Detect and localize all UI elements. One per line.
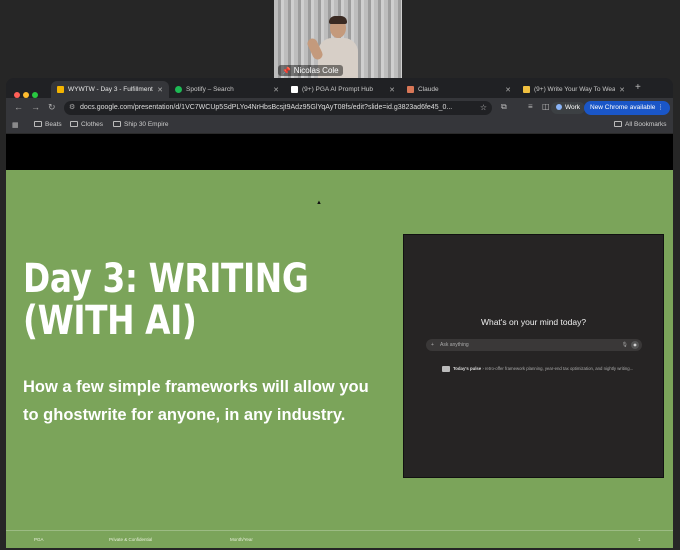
profile-switch-icon[interactable]: ◫ [542, 102, 550, 111]
pulse-icon [442, 366, 450, 372]
folder-icon [70, 121, 78, 128]
chat-input-box: + Ask anything 🎙 ◉ [426, 339, 642, 351]
folder-icon [113, 121, 121, 128]
tab-claude[interactable]: Claude ✕ [401, 81, 517, 98]
slide-footer: PGA Private & Confidential Month/Year 1 [6, 530, 673, 548]
chrome-update-button[interactable]: New Chrome available ⋮ [584, 101, 670, 115]
forward-arrow-icon[interactable]: → [31, 102, 40, 112]
close-tab-icon[interactable]: ✕ [505, 86, 511, 94]
slides-icon [57, 86, 64, 93]
close-tab-icon[interactable]: ✕ [273, 86, 279, 94]
folder-icon [614, 121, 622, 128]
presentation-viewport: ▲ Day 3: WRITING (WITH AI) How a few sim… [6, 134, 673, 548]
tab-write-your-way-to-wealth[interactable]: (9+) Write Your Way To Wealth ✕ [517, 81, 631, 98]
close-tab-icon[interactable]: ✕ [157, 86, 163, 94]
slide-title: Day 3: WRITING (WITH AI) [23, 256, 309, 344]
plus-icon: + [431, 342, 434, 348]
reading-list-icon[interactable]: ≡ [528, 102, 533, 111]
hand-icon [523, 86, 530, 93]
tab-pga-ai-prompt-hub[interactable]: (9+) PGA AI Prompt Hub ✕ [285, 81, 401, 98]
bookmark-beats[interactable]: Beats [34, 121, 62, 128]
address-bar[interactable]: ⚙ docs.google.com/presentation/d/1VC7WCU… [64, 101, 492, 115]
spotify-icon [175, 86, 182, 93]
mouse-cursor-icon: ▲ [316, 200, 322, 206]
profile-work-button[interactable]: Work [551, 102, 586, 114]
bookmarks-bar: ▦ Beats Clothes Ship 30 Empire All Bookm… [6, 118, 673, 134]
all-bookmarks-button[interactable]: All Bookmarks [614, 121, 667, 128]
bookmark-ship30-empire[interactable]: Ship 30 Empire [113, 121, 168, 128]
chat-screenshot-image: What's on your mind today? + Ask anythin… [403, 234, 664, 478]
chat-prompt-heading: What's on your mind today? [480, 317, 587, 327]
bookmark-clothes[interactable]: Clothes [70, 121, 103, 128]
todays-pulse-row: Today's pulse › retro-offer framework pl… [442, 366, 633, 372]
presenter-name-label: 📌 Nicolas Cole [278, 65, 343, 76]
site-info-icon[interactable]: ⚙ [69, 101, 75, 115]
pin-icon: 📌 [282, 68, 291, 75]
microphone-icon: 🎙 [621, 342, 628, 348]
browser-window: WYWTW - Day 3 - Fulfillment ✕ Spotify – … [6, 78, 673, 548]
tab-wywtw-day3[interactable]: WYWTW - Day 3 - Fulfillment ✕ [51, 81, 169, 98]
extensions-icon[interactable]: ⧉ [501, 102, 507, 112]
slide-subtitle: How a few simple frameworks will allow y… [23, 378, 369, 424]
new-tab-button[interactable]: + [635, 82, 641, 93]
back-arrow-icon[interactable]: ← [14, 102, 23, 112]
browser-toolbar: ← → ↻ ⚙ docs.google.com/presentation/d/1… [6, 98, 673, 118]
tab-bar: WYWTW - Day 3 - Fulfillment ✕ Spotify – … [6, 78, 673, 98]
slide: ▲ Day 3: WRITING (WITH AI) How a few sim… [6, 170, 673, 548]
claude-icon [407, 86, 414, 93]
page-icon [291, 86, 298, 93]
close-tab-icon[interactable]: ✕ [389, 86, 395, 94]
reload-icon[interactable]: ↻ [48, 102, 56, 113]
tab-spotify-search[interactable]: Spotify – Search ✕ [169, 81, 285, 98]
avatar [556, 104, 562, 111]
apps-grid-icon[interactable]: ▦ [12, 121, 19, 129]
presenter-video: 📌 Nicolas Cole [274, 0, 402, 78]
voice-mode-icon: ◉ [631, 341, 639, 349]
bookmark-star-icon[interactable]: ☆ [480, 101, 487, 115]
folder-icon [34, 121, 42, 128]
close-tab-icon[interactable]: ✕ [619, 86, 625, 94]
